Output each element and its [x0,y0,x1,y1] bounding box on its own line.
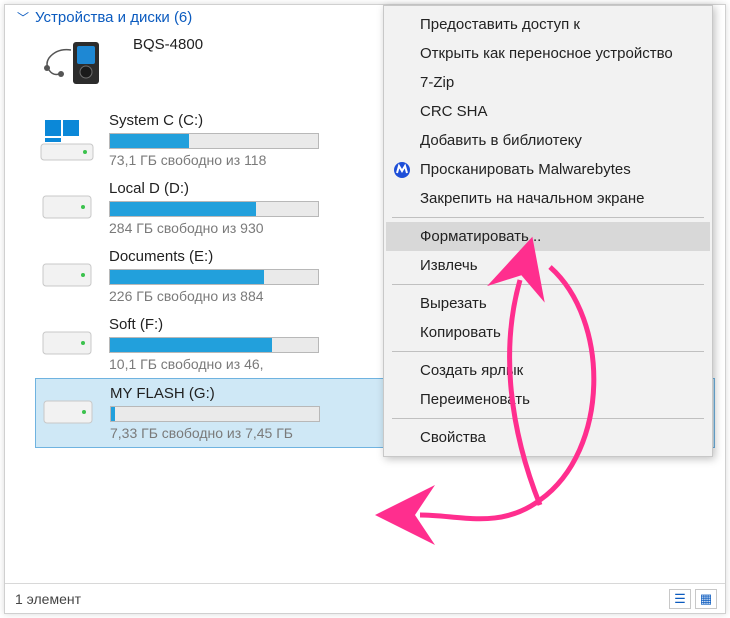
group-header-label: Устройства и диски (6) [35,9,192,26]
usage-bar [110,406,320,422]
menu-item-label: Закрепить на начальном экране [420,190,644,207]
menu-separator [392,418,704,419]
menu-item-label: Переименовать [420,391,530,408]
hdd-icon [39,180,95,234]
system-drive-icon [39,112,95,166]
view-details-icon[interactable]: ☰ [669,589,691,609]
menu-item[interactable]: Копировать [386,318,710,347]
usage-bar [109,269,319,285]
menu-item[interactable]: Вырезать [386,289,710,318]
menu-item[interactable]: 7-Zip [386,68,710,97]
menu-item-label: Создать ярлык [420,362,523,379]
menu-item-label: Предоставить доступ к [420,16,580,33]
usage-bar [109,337,319,353]
status-bar: 1 элемент ☰ ▦ [5,583,725,613]
menu-item-label: CRC SHA [420,103,488,120]
menu-separator [392,217,704,218]
menu-item[interactable]: Переименовать [386,385,710,414]
usage-bar [109,133,319,149]
menu-item[interactable]: CRC SHA [386,97,710,126]
menu-item[interactable]: Открыть как переносное устройство [386,39,710,68]
hdd-icon [39,316,95,370]
view-thumbnails-icon[interactable]: ▦ [695,589,717,609]
menu-item-label: Извлечь [420,257,478,274]
menu-item-label: Просканировать Malwarebytes [420,161,631,178]
menu-item-label: 7-Zip [420,74,454,91]
menu-item[interactable]: Просканировать Malwarebytes [386,155,710,184]
menu-item-label: Свойства [420,429,486,446]
menu-item-label: Добавить в библиотеку [420,132,582,149]
menu-item-label: Открыть как переносное устройство [420,45,673,62]
usage-bar [109,201,319,217]
menu-separator [392,284,704,285]
usb-drive-icon [40,385,96,439]
menu-item[interactable]: Свойства [386,423,710,452]
hdd-icon [39,248,95,302]
menu-item[interactable]: Создать ярлык [386,356,710,385]
menu-item[interactable]: Добавить в библиотеку [386,126,710,155]
menu-item[interactable]: Предоставить доступ к [386,10,710,39]
context-menu: Предоставить доступ к Открыть как перенос… [383,5,713,457]
status-text: 1 элемент [15,591,81,607]
menu-item[interactable]: Форматировать... [386,222,710,251]
chevron-down-icon: ﹀ [17,9,29,26]
portable-device-icon [39,36,119,92]
malwarebytes-icon [392,160,412,180]
menu-item[interactable]: Закрепить на начальном экране [386,184,710,213]
menu-item[interactable]: Извлечь [386,251,710,280]
menu-item-label: Вырезать [420,295,487,312]
menu-item-label: Форматировать... [420,228,541,245]
menu-separator [392,351,704,352]
menu-item-label: Копировать [420,324,501,341]
